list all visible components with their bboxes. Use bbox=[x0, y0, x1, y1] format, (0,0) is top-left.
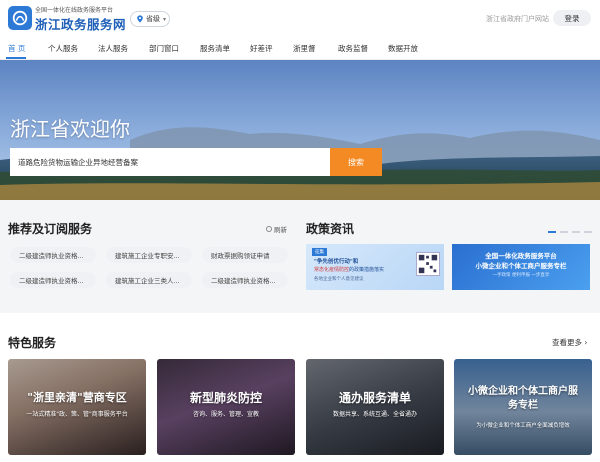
location-pin-icon bbox=[137, 15, 143, 23]
featured-card-title: 小微企业和个体工商户服务专栏 bbox=[468, 386, 578, 411]
card-overlay bbox=[157, 359, 295, 455]
chevron-right-icon: › bbox=[584, 338, 588, 347]
policy-card-line: 全国一体化政务服务平台 bbox=[485, 252, 557, 260]
policy-card-line: 常态化疫情防控的政策措施落实 bbox=[314, 266, 384, 273]
policy-card-line: 各地企业和个人意见建议 bbox=[314, 277, 364, 282]
featured-card-subtitle: 为小微企业和个体工商户全面减负增效 bbox=[476, 423, 570, 429]
service-pill[interactable]: 二级建造师执业资格... bbox=[10, 247, 96, 263]
portal-link[interactable]: 浙江省政府门户网站 bbox=[486, 14, 549, 24]
nav-personal[interactable]: 个人服务 bbox=[48, 43, 78, 54]
nav-supervision[interactable]: 浙里督 bbox=[293, 43, 316, 54]
region-label: 省级 bbox=[146, 15, 160, 23]
card-overlay bbox=[306, 359, 444, 455]
policy-highlight: 常态化疫情防控 bbox=[314, 267, 350, 273]
featured-card-title: 新型肺炎防控 bbox=[189, 391, 262, 405]
featured-card-subtitle: 咨询、服务、管理、宣教 bbox=[192, 411, 259, 418]
view-more-link[interactable]: 查看更多 › bbox=[552, 337, 587, 348]
chevron-down-icon: ▾ bbox=[163, 15, 167, 23]
policy-card-survey[interactable]: 征集 "争先创优行动"和 常态化疫情防控的政策措施落实 各地企业和个人意见建议 bbox=[306, 244, 444, 290]
featured-title: 特色服务 bbox=[8, 336, 57, 350]
brand-title[interactable]: 浙江政务服务网 bbox=[35, 14, 126, 33]
region-selector[interactable]: 省级 ▾ bbox=[130, 11, 170, 27]
nav-service-list[interactable]: 服务清单 bbox=[200, 43, 230, 54]
policy-card-line: 一手政策 便利申报 一步直享 bbox=[492, 273, 550, 278]
policy-title: 政策资讯 bbox=[306, 222, 355, 236]
emblem-icon bbox=[12, 10, 28, 26]
login-button[interactable]: 登录 bbox=[553, 10, 591, 26]
view-more-label: 查看更多 bbox=[552, 338, 582, 347]
featured-card-subtitle: 数据共享、系统互通、全省通办 bbox=[332, 411, 417, 418]
carousel-indicator bbox=[548, 231, 594, 235]
nav-departments[interactable]: 部门窗口 bbox=[149, 43, 179, 54]
page: 全国一体化在线政务服务平台 浙江政务服务网 省级 ▾ 浙江省政府门户网站 登录 … bbox=[0, 0, 600, 462]
refresh-label: 刷新 bbox=[274, 226, 287, 234]
brand-subtitle: 全国一体化在线政务服务平台 bbox=[35, 7, 114, 14]
header: 全国一体化在线政务服务平台 浙江政务服务网 省级 ▾ 浙江省政府门户网站 登录 bbox=[0, 0, 600, 38]
service-pill[interactable]: 建筑施工企业三类人... bbox=[106, 272, 192, 288]
featured-card-service-list[interactable]: 通办服务清单 数据共享、系统互通、全省通办 bbox=[306, 359, 444, 455]
nav-open-data[interactable]: 数据开放 bbox=[388, 43, 418, 54]
policy-card-text: 的政策措施落实 bbox=[349, 267, 385, 273]
featured-card-epidemic[interactable]: 新型肺炎防控 咨询、服务、管理、宣教 bbox=[157, 359, 295, 455]
featured-card-title: 通办服务清单 bbox=[338, 391, 411, 405]
carousel-dot[interactable] bbox=[548, 231, 556, 233]
policy-card-smes[interactable]: 全国一体化政务服务平台 小微企业和个体工商户服务专栏 一手政策 便利申报 一步直… bbox=[452, 244, 590, 290]
main-nav: 首 页 个人服务 法人服务 部门窗口 服务清单 好差评 浙里督 政务监督 数据开… bbox=[0, 38, 600, 60]
featured-card-subtitle: 一站式精准"政、策、管"商事服务平台 bbox=[26, 411, 128, 418]
refresh-button[interactable]: 刷新 bbox=[266, 224, 287, 234]
service-pill[interactable]: 财政票据购领证申请 bbox=[202, 247, 288, 263]
policy-card-line: "争先创优行动"和 bbox=[314, 259, 359, 265]
refresh-icon bbox=[266, 226, 272, 232]
service-pill[interactable]: 二级建造师执业资格... bbox=[10, 272, 96, 288]
hero-title: 浙江省欢迎你 bbox=[10, 117, 130, 141]
recommend-title: 推荐及订阅服务 bbox=[8, 222, 93, 236]
nav-gov-oversight[interactable]: 政务监督 bbox=[338, 43, 368, 54]
policy-tag: 征集 bbox=[312, 248, 327, 256]
nav-home[interactable]: 首 页 bbox=[8, 43, 25, 54]
carousel-dot[interactable] bbox=[584, 231, 592, 233]
nav-rating[interactable]: 好差评 bbox=[250, 43, 273, 54]
site-logo[interactable] bbox=[8, 6, 32, 30]
featured-card-smes[interactable]: 小微企业和个体工商户服务专栏 为小微企业和个体工商户全面减负增效 bbox=[454, 359, 592, 455]
nav-active-indicator bbox=[6, 57, 26, 59]
featured-card-business[interactable]: "浙里亲清"营商专区 一站式精准"政、策、管"商事服务平台 bbox=[8, 359, 146, 455]
search-button[interactable]: 搜索 bbox=[330, 148, 382, 176]
carousel-dot[interactable] bbox=[572, 231, 580, 233]
service-pill[interactable]: 二级建造师执业资格... bbox=[202, 272, 288, 288]
card-overlay bbox=[8, 359, 146, 455]
hero-banner: 浙江省欢迎你 搜索 bbox=[0, 60, 600, 200]
featured-card-title: "浙里亲清"营商专区 bbox=[27, 391, 127, 404]
search-input[interactable] bbox=[10, 148, 330, 176]
policy-card-line: 小微企业和个体工商户服务专栏 bbox=[475, 262, 567, 270]
carousel-dot[interactable] bbox=[560, 231, 568, 233]
service-pill[interactable]: 建筑施工企业专职安... bbox=[106, 247, 192, 263]
qr-code-icon bbox=[416, 252, 440, 276]
nav-corporate[interactable]: 法人服务 bbox=[98, 43, 128, 54]
